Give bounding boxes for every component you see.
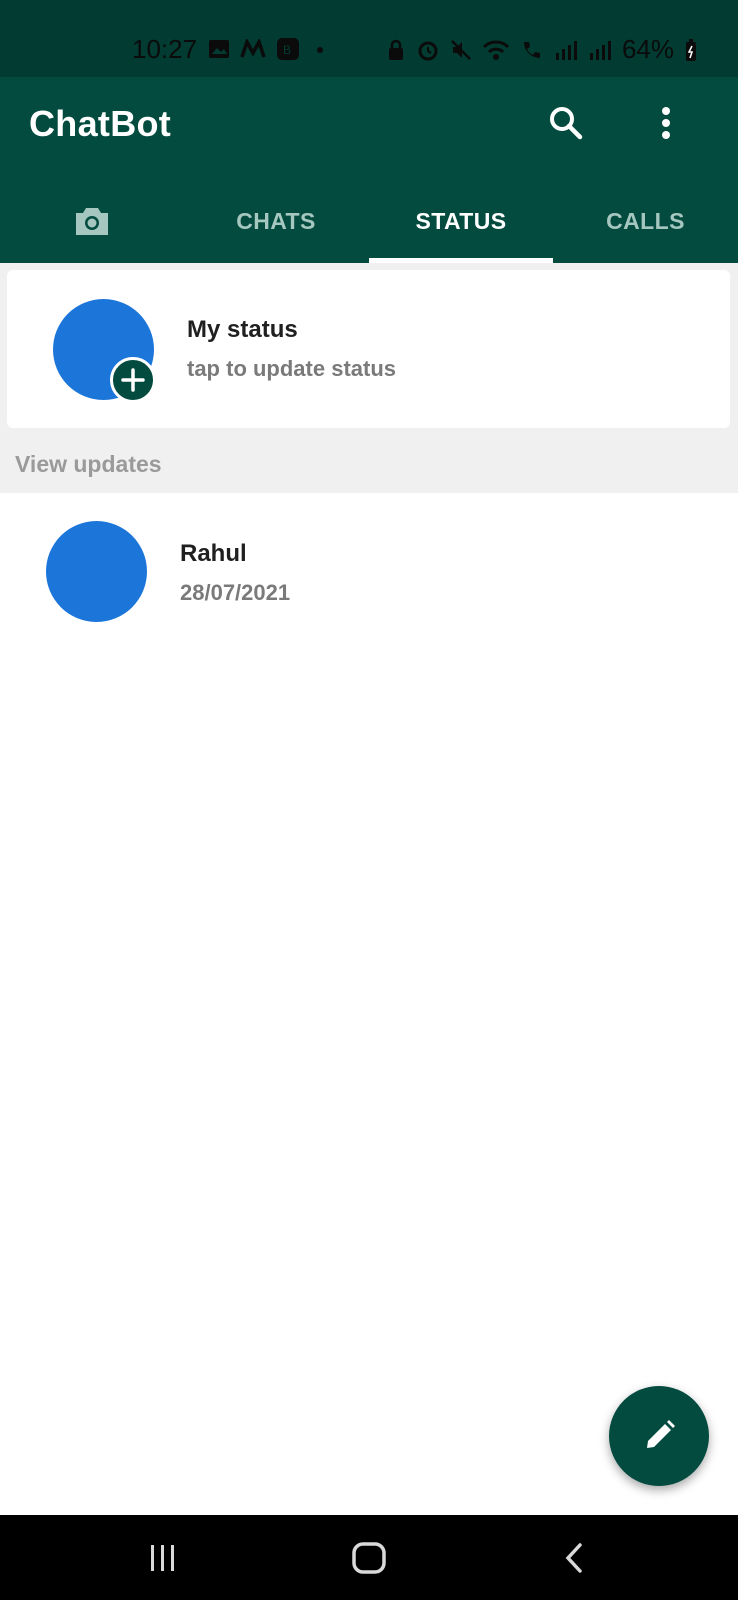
battery-percent: 64% — [621, 34, 674, 64]
clock: 10:27 — [132, 34, 198, 64]
signal-icon — [555, 40, 577, 60]
tab-calls[interactable]: CALLS — [553, 179, 738, 263]
battery-icon — [686, 38, 696, 61]
more-options-button[interactable] — [642, 99, 690, 147]
tab-chats[interactable]: CHATS — [184, 179, 368, 263]
home-icon — [352, 1541, 386, 1574]
mute-icon — [451, 39, 471, 60]
m-app-icon — [240, 39, 266, 58]
edit-status-fab[interactable] — [609, 1386, 709, 1486]
tab-camera[interactable] — [0, 179, 184, 263]
plus-icon — [121, 368, 145, 392]
lock-icon — [388, 39, 403, 60]
dot-icon — [317, 47, 323, 53]
status-date: 28/07/2021 — [180, 580, 291, 605]
system-navigation-bar — [0, 1515, 738, 1600]
alarm-icon — [418, 41, 438, 60]
back-button[interactable] — [535, 1515, 615, 1600]
contact-name: Rahul — [180, 540, 247, 567]
recents-button[interactable] — [123, 1515, 203, 1600]
home-button[interactable] — [329, 1515, 409, 1600]
system-icons: 64% — [386, 34, 698, 65]
avatar — [46, 521, 147, 622]
back-icon — [565, 1542, 582, 1573]
gallery-icon — [209, 40, 229, 58]
app-bar: ChatBot CHATS STATUS CALLS — [0, 77, 738, 263]
tab-status[interactable]: STATUS — [369, 179, 553, 263]
my-status-row[interactable]: My status tap to update status — [7, 270, 730, 428]
call-icon — [523, 41, 540, 58]
view-updates-header: View updates — [15, 451, 162, 477]
my-status-subtitle: tap to update status — [187, 356, 397, 381]
tab-bar: CHATS STATUS CALLS — [0, 179, 738, 263]
system-status-bar: 10:27 B 64% — [0, 0, 738, 77]
app-title: ChatBot — [29, 103, 172, 144]
add-status-badge — [110, 357, 156, 403]
notification-icons: B — [208, 37, 330, 61]
list-item[interactable]: Rahul 28/07/2021 — [0, 493, 738, 633]
pencil-icon — [647, 1420, 675, 1448]
camera-icon — [76, 208, 108, 235]
b-app-icon: B — [277, 38, 299, 60]
wifi-icon — [482, 40, 510, 60]
more-vertical-icon — [662, 107, 670, 139]
search-icon — [550, 107, 583, 140]
search-button[interactable] — [542, 99, 590, 147]
recents-icon — [151, 1544, 174, 1571]
my-status-title: My status — [187, 316, 298, 343]
updates-list: Rahul 28/07/2021 — [0, 493, 738, 633]
svg-text:B: B — [283, 43, 291, 57]
signal-icon — [589, 40, 611, 60]
